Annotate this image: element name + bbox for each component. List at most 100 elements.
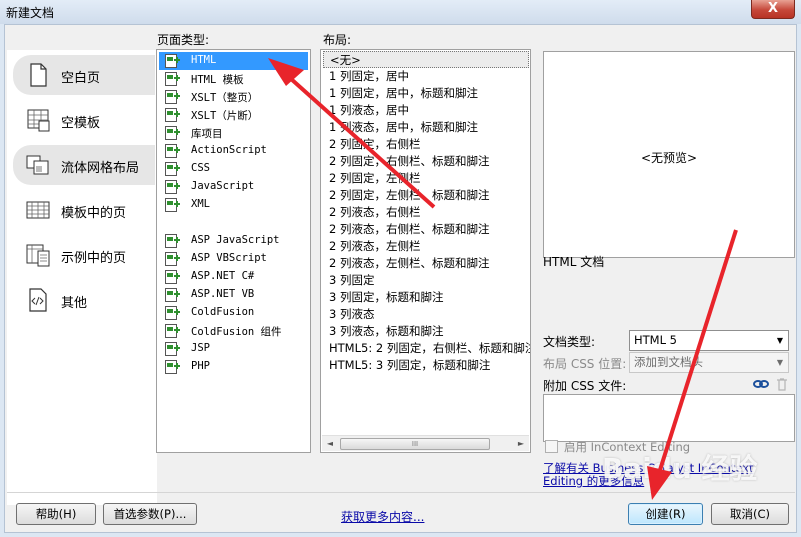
layout-item[interactable]: 2 列液态，左侧栏: [323, 238, 529, 255]
trash-icon[interactable]: [774, 377, 790, 391]
incontext-checkbox[interactable]: [545, 440, 558, 453]
page-type-label: PHP: [191, 360, 210, 372]
fluid-grid-icon: [26, 155, 49, 175]
code-file-icon: [165, 288, 180, 302]
layout-item[interactable]: <无>: [323, 51, 529, 68]
code-file-icon: [165, 54, 180, 68]
page-type-item[interactable]: HTML: [159, 52, 308, 70]
preferences-button[interactable]: 首选参数(P)...: [103, 503, 197, 525]
baidu-watermark: Baidu 经验: [602, 452, 758, 485]
page-type-item[interactable]: 库项目: [159, 124, 308, 142]
code-file-icon: [165, 180, 180, 194]
page-type-header: 页面类型:: [157, 33, 210, 47]
layout-item[interactable]: 1 列液态，居中，标题和脚注: [323, 119, 529, 136]
layout-item[interactable]: 1 列固定，居中，标题和脚注: [323, 85, 529, 102]
code-file-icon: [165, 144, 180, 158]
page-type-item[interactable]: HTML 模板: [159, 70, 308, 88]
page-type-label: ColdFusion 组件: [191, 326, 282, 338]
other-code-icon: [29, 288, 47, 312]
layout-item[interactable]: 2 列固定，右侧栏: [323, 136, 529, 153]
layout-item[interactable]: 3 列固定: [323, 272, 529, 289]
code-file-icon: [165, 252, 180, 266]
layout-item[interactable]: 2 列液态，左侧栏、标题和脚注: [323, 255, 529, 272]
category-sample-page[interactable]: 示例中的页: [13, 235, 155, 275]
page-type-item[interactable]: ASP.NET VB: [159, 286, 308, 304]
code-file-icon: [165, 270, 180, 284]
doc-type-select[interactable]: HTML 5 ▼: [629, 330, 789, 351]
attach-link-icon[interactable]: [753, 377, 769, 391]
page-type-label: HTML 模板: [191, 74, 244, 86]
page-type-item[interactable]: XSLT（整页）: [159, 88, 308, 106]
page-type-item[interactable]: XSLT（片断）: [159, 106, 308, 124]
layout-item[interactable]: HTML5: 3 列固定，标题和脚注: [323, 357, 529, 374]
page-type-label: ActionScript: [191, 144, 267, 156]
code-file-icon: [165, 126, 180, 140]
title-bar: 新建文档 X: [0, 0, 801, 24]
layout-hscrollbar[interactable]: ◄ III ►: [322, 435, 529, 451]
layout-header: 布局:: [323, 33, 352, 47]
template-page-icon: [26, 201, 50, 219]
layout-item[interactable]: 1 列固定，居中: [323, 68, 529, 85]
category-label: 流体网格布局: [61, 161, 140, 176]
category-fluid-grid[interactable]: 流体网格布局: [13, 145, 155, 185]
blank-page-icon: [30, 63, 47, 87]
scroll-right-arrow-icon[interactable]: ►: [513, 436, 529, 452]
layout-item[interactable]: 2 列固定，右侧栏、标题和脚注: [323, 153, 529, 170]
scroll-left-arrow-icon[interactable]: ◄: [322, 436, 338, 452]
code-file-icon: [165, 234, 180, 248]
category-template-page[interactable]: 模板中的页: [13, 190, 155, 230]
page-type-label: XML: [191, 198, 210, 210]
layout-item[interactable]: 2 列液态，右侧栏: [323, 204, 529, 221]
category-empty-template[interactable]: 空模板: [13, 100, 155, 140]
category-label: 模板中的页: [61, 206, 127, 221]
layout-item[interactable]: 3 列固定，标题和脚注: [323, 289, 529, 306]
layout-item[interactable]: 2 列固定，左侧栏、标题和脚注: [323, 187, 529, 204]
page-type-item[interactable]: ActionScript: [159, 142, 308, 160]
page-type-list[interactable]: HTML HTML 模板 XSLT（整页） XSLT（片断） 库项目 ActionScri…: [156, 49, 311, 453]
page-type-item[interactable]: ASP JavaScript: [159, 232, 308, 250]
page-type-item[interactable]: PHP: [159, 358, 308, 376]
page-type-item[interactable]: JSP: [159, 340, 308, 358]
category-label: 示例中的页: [61, 251, 127, 266]
page-type-label: 库项目: [191, 128, 223, 140]
page-type-label: ASP.NET C#: [191, 270, 255, 282]
attached-css-list[interactable]: [543, 394, 795, 442]
preview-text: <无预览>: [640, 151, 698, 165]
scroll-thumb[interactable]: III: [340, 438, 490, 450]
close-button[interactable]: X: [751, 0, 795, 19]
category-panel: 空白页 空模板 流体网格布局 模板中的页 示例中的页 其他: [7, 50, 157, 505]
category-blank-page[interactable]: 空白页: [13, 55, 155, 95]
category-other[interactable]: 其他: [13, 280, 155, 320]
layout-list[interactable]: HTML5: 3 列固定，标题和脚注 HTML5: 2 列固定，右侧栏、标题和脚注…: [320, 49, 531, 453]
page-type-item[interactable]: ColdFusion: [159, 304, 308, 322]
help-button[interactable]: 帮助(H): [16, 503, 96, 525]
layout-item[interactable]: 3 列液态，标题和脚注: [323, 323, 529, 340]
layout-item[interactable]: 2 列固定，左侧栏: [323, 170, 529, 187]
layout-item[interactable]: 1 列液态，居中: [323, 102, 529, 119]
get-more-content-link[interactable]: 获取更多内容...: [341, 508, 424, 525]
window-title: 新建文档: [6, 6, 55, 20]
page-type-label: ASP.NET VB: [191, 288, 255, 300]
css-position-select[interactable]: 添加到文档头 ▼: [629, 352, 789, 373]
create-button[interactable]: 创建(R): [628, 503, 703, 525]
layout-item[interactable]: 3 列液态: [323, 306, 529, 323]
code-file-icon: [165, 72, 180, 86]
page-type-item[interactable]: ColdFusion 组件: [159, 322, 308, 340]
page-type-item[interactable]: JavaScript: [159, 178, 308, 196]
page-type-item[interactable]: ASP VBScript: [159, 250, 308, 268]
layout-item[interactable]: HTML5: 2 列固定，右侧栏、标题和脚注: [323, 340, 530, 357]
code-file-icon: [165, 198, 180, 212]
doc-type-value: HTML 5: [634, 333, 677, 347]
attach-css-label: 附加 CSS 文件:: [543, 379, 627, 393]
css-position-label: 布局 CSS 位置:: [543, 357, 627, 371]
page-type-item[interactable]: XML: [159, 196, 308, 214]
page-type-item[interactable]: ASP.NET C#: [159, 268, 308, 286]
layout-item[interactable]: 2 列液态，右侧栏、标题和脚注: [323, 221, 529, 238]
page-type-item[interactable]: CSS: [159, 160, 308, 178]
preview-pane: <无预览>: [543, 51, 795, 258]
code-file-icon: [165, 90, 180, 104]
css-position-value: 添加到文档头: [634, 355, 703, 369]
cancel-button[interactable]: 取消(C): [711, 503, 789, 525]
page-type-label: XSLT（整页）: [191, 92, 259, 104]
chevron-down-icon: ▼: [776, 358, 784, 367]
